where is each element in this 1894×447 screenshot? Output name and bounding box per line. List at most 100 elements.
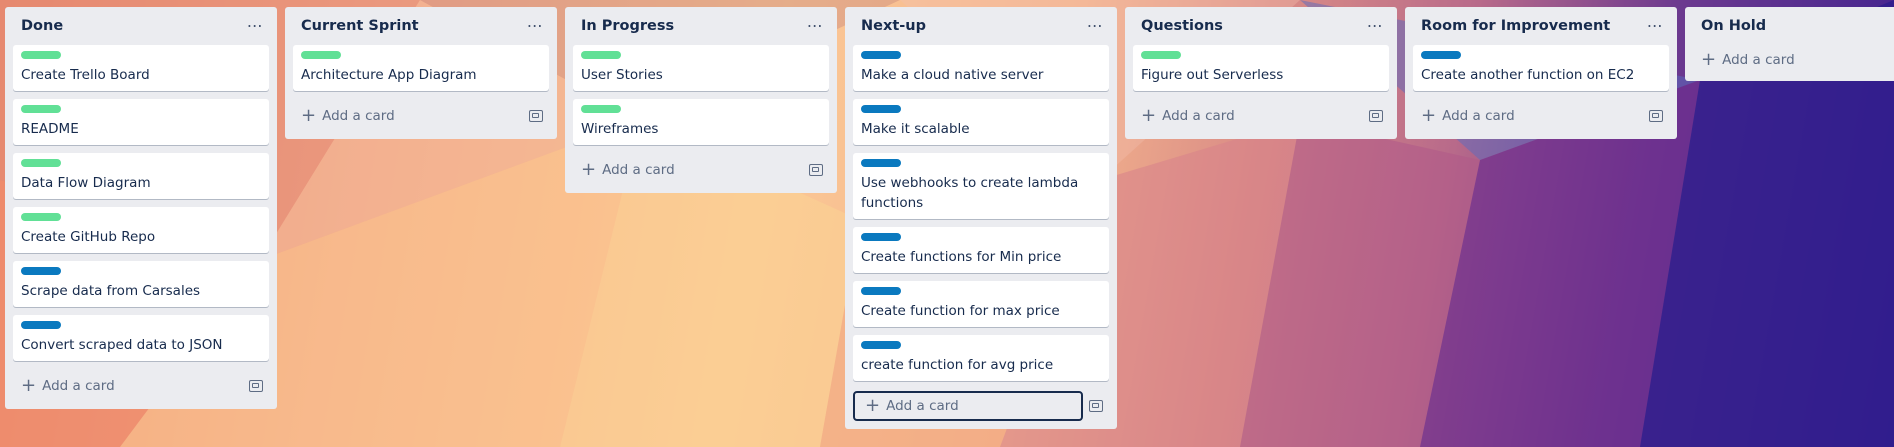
add-card-button[interactable]: + Add a card <box>21 377 115 395</box>
card[interactable]: User Stories <box>573 45 829 91</box>
add-card-label: Add a card <box>602 162 675 178</box>
blue-label <box>1421 51 1461 59</box>
card[interactable]: Data Flow Diagram <box>13 153 269 199</box>
add-card-label: Add a card <box>1442 108 1515 124</box>
card-template-icon[interactable] <box>529 110 543 122</box>
card[interactable]: Create functions for Min price <box>853 227 1109 273</box>
list-header[interactable]: Room for Improvement ⋯ <box>1413 7 1669 45</box>
plus-icon: + <box>581 159 597 180</box>
add-card-button[interactable]: + Add a card <box>1421 107 1515 125</box>
card[interactable]: Make it scalable <box>853 99 1109 145</box>
card[interactable]: Make a cloud native server <box>853 45 1109 91</box>
add-card-button[interactable]: + Add a card <box>581 161 675 179</box>
blue-label <box>861 51 901 59</box>
blue-label <box>21 321 61 329</box>
card-title: User Stories <box>581 67 663 83</box>
plus-icon: + <box>1701 49 1717 70</box>
card[interactable]: Use webhooks to create lambda functions <box>853 153 1109 219</box>
list-on-hold: On Hold + Add a card <box>1685 7 1894 81</box>
blue-label <box>861 233 901 241</box>
plus-icon: + <box>21 375 37 396</box>
add-card-button[interactable]: + Add a card <box>301 107 395 125</box>
list-title[interactable]: Questions <box>1141 18 1223 34</box>
green-label <box>581 51 621 59</box>
add-card-button[interactable]: + Add a card <box>1141 107 1235 125</box>
blue-label <box>861 287 901 295</box>
green-label <box>581 105 621 113</box>
card-template-icon[interactable] <box>1089 400 1103 412</box>
card[interactable]: Create function for max price <box>853 281 1109 327</box>
card-title: Data Flow Diagram <box>21 175 151 191</box>
more-options-icon[interactable]: ⋯ <box>1085 16 1105 36</box>
add-card-label: Add a card <box>42 378 115 394</box>
add-card-label: Add a card <box>886 398 959 414</box>
more-options-icon[interactable]: ⋯ <box>805 16 825 36</box>
card[interactable]: Create Trello Board <box>13 45 269 91</box>
green-label <box>21 51 61 59</box>
card-title: Create functions for Min price <box>861 249 1062 265</box>
list-header[interactable]: Done ⋯ <box>13 7 269 45</box>
card-title: Make a cloud native server <box>861 67 1044 83</box>
card[interactable]: Create another function on EC2 <box>1413 45 1669 91</box>
card-template-icon[interactable] <box>1369 110 1383 122</box>
green-label <box>301 51 341 59</box>
plus-icon: + <box>865 395 881 416</box>
list-header[interactable]: Next-up ⋯ <box>853 7 1109 45</box>
card-title: Create another function on EC2 <box>1421 67 1635 83</box>
list-title[interactable]: On Hold <box>1701 18 1766 34</box>
add-card-row: + Add a card <box>853 389 1109 423</box>
more-options-icon[interactable]: ⋯ <box>525 16 545 36</box>
add-card-button[interactable]: + Add a card <box>853 391 1083 421</box>
more-options-icon[interactable]: ⋯ <box>1645 16 1665 36</box>
list-title[interactable]: In Progress <box>581 18 674 34</box>
card-template-icon[interactable] <box>249 380 263 392</box>
list-title[interactable]: Room for Improvement <box>1421 18 1610 34</box>
card-title: Figure out Serverless <box>1141 67 1284 83</box>
list-header[interactable]: In Progress ⋯ <box>573 7 829 45</box>
card[interactable]: Architecture App Diagram <box>293 45 549 91</box>
card-title: Scrape data from Carsales <box>21 283 201 299</box>
card[interactable]: README <box>13 99 269 145</box>
list-current-sprint: Current Sprint ⋯ Architecture App Diagra… <box>285 7 557 139</box>
card-title: Convert scraped data to JSON <box>21 337 223 353</box>
card[interactable]: Figure out Serverless <box>1133 45 1389 91</box>
add-card-row: + Add a card <box>1133 99 1389 133</box>
card[interactable]: Convert scraped data to JSON <box>13 315 269 361</box>
green-label <box>21 105 61 113</box>
list-header[interactable]: Questions ⋯ <box>1133 7 1389 45</box>
card-title: Create function for max price <box>861 303 1060 319</box>
card[interactable]: Scrape data from Carsales <box>13 261 269 307</box>
card-title: Make it scalable <box>861 121 970 137</box>
blue-label <box>21 267 61 275</box>
card[interactable]: Create GitHub Repo <box>13 207 269 253</box>
list-questions: Questions ⋯ Figure out Serverless + Add a… <box>1125 7 1397 139</box>
card-template-icon[interactable] <box>1649 110 1663 122</box>
more-options-icon[interactable]: ⋯ <box>1365 16 1385 36</box>
green-label <box>1141 51 1181 59</box>
green-label <box>21 213 61 221</box>
list-title[interactable]: Current Sprint <box>301 18 419 34</box>
add-card-button[interactable]: + Add a card <box>1701 51 1795 69</box>
list-done: Done ⋯ Create Trello Board README Data F… <box>5 7 277 409</box>
list-title[interactable]: Next-up <box>861 18 926 34</box>
add-card-label: Add a card <box>1722 52 1795 68</box>
card[interactable]: Wireframes <box>573 99 829 145</box>
list-title[interactable]: Done <box>21 18 63 34</box>
add-card-row: + Add a card <box>1413 99 1669 133</box>
card-title: create function for avg price <box>861 357 1054 373</box>
green-label <box>21 159 61 167</box>
card-title: Wireframes <box>581 121 659 137</box>
card[interactable]: create function for avg price <box>853 335 1109 381</box>
card-template-icon[interactable] <box>809 164 823 176</box>
more-options-icon[interactable]: ⋯ <box>245 16 265 36</box>
card-title: Create Trello Board <box>21 67 150 83</box>
board: Done ⋯ Create Trello Board README Data F… <box>0 0 1894 447</box>
list-header[interactable]: On Hold <box>1693 7 1886 45</box>
card-title: Use webhooks to create lambda functions <box>861 175 1079 211</box>
add-card-row: + Add a card <box>1693 45 1886 75</box>
add-card-row: + Add a card <box>293 99 549 133</box>
card-title: Architecture App Diagram <box>301 67 477 83</box>
list-header[interactable]: Current Sprint ⋯ <box>293 7 549 45</box>
list-room-for-improvement: Room for Improvement ⋯ Create another fu… <box>1405 7 1677 139</box>
blue-label <box>861 159 901 167</box>
